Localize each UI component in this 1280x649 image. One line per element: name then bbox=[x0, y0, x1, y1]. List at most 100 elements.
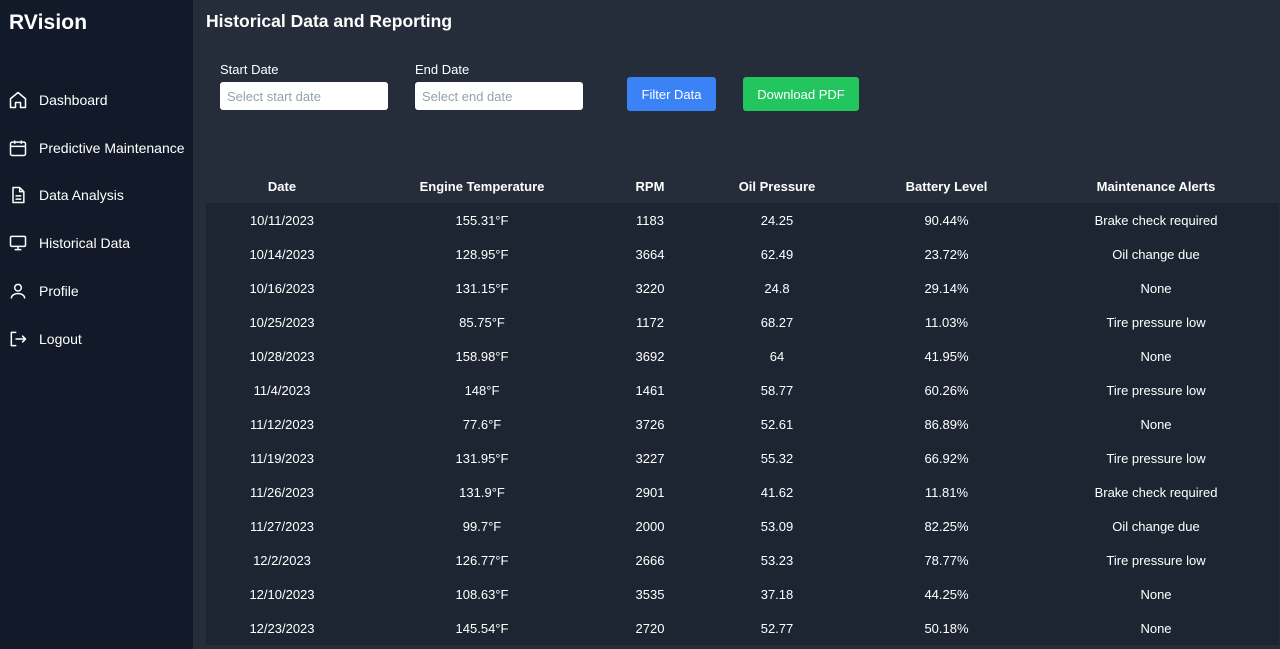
oil-pressure-cell: 53.23 bbox=[760, 552, 794, 568]
oil-pressure-cell: 52.61 bbox=[760, 416, 794, 432]
oil-pressure-cell: 41.62 bbox=[760, 484, 794, 500]
table-row: 10/16/2023 131.15°F 3220 24.8 29.14% None bbox=[206, 271, 1279, 305]
engine-temperature-cell: 148°F bbox=[464, 382, 500, 398]
table-row: 10/14/2023 128.95°F 3664 62.49 23.72% Oil cha… bbox=[206, 237, 1279, 271]
oil-pressure-cell: 37.18 bbox=[760, 586, 794, 602]
oil-pressure-cell: 53.09 bbox=[760, 518, 794, 534]
rpm-cell: 2000 bbox=[635, 518, 665, 534]
engine-temperature-cell: 155.31°F bbox=[455, 212, 509, 228]
engine-temperature-cell: 85.75°F bbox=[459, 314, 505, 330]
rpm-cell: 1461 bbox=[635, 382, 665, 398]
maintenance-alert-cell: Oil change due bbox=[1112, 518, 1200, 534]
filter-data-button[interactable]: Filter Data bbox=[627, 77, 716, 111]
end-date-label: End Date bbox=[415, 62, 470, 77]
maintenance-alert-cell: Tire pressure low bbox=[1106, 552, 1206, 568]
battery-level-cell: 86.89% bbox=[924, 416, 969, 432]
table-row: 10/25/2023 85.75°F 1172 68.27 11.03% Tire pre… bbox=[206, 305, 1279, 339]
maintenance-alert-cell: Tire pressure low bbox=[1106, 450, 1206, 466]
end-date-field: End Date bbox=[415, 62, 583, 110]
date-cell: 12/10/2023 bbox=[249, 586, 315, 602]
sidebar-item-label: Data Analysis bbox=[39, 187, 124, 204]
maintenance-alert-cell: None bbox=[1140, 416, 1172, 432]
rpm-cell: 3535 bbox=[635, 586, 665, 602]
date-cell: 10/28/2023 bbox=[249, 348, 315, 364]
date-cell: 12/2/2023 bbox=[253, 552, 311, 568]
table-row: 10/11/2023 155.31°F 1183 24.25 90.44% Brake c… bbox=[206, 203, 1279, 237]
rpm-cell: 3664 bbox=[635, 246, 665, 262]
date-cell: 12/23/2023 bbox=[249, 620, 315, 636]
rpm-cell: 3227 bbox=[635, 450, 665, 466]
start-date-field: Start Date bbox=[220, 62, 388, 110]
rpm-cell: 3726 bbox=[635, 416, 665, 432]
maintenance-alert-cell: Tire pressure low bbox=[1106, 314, 1206, 330]
sidebar-item-label: Historical Data bbox=[39, 235, 131, 252]
maintenance-alert-cell: None bbox=[1140, 620, 1172, 636]
date-cell: 10/14/2023 bbox=[249, 246, 315, 262]
rpm-cell: 2901 bbox=[635, 484, 665, 500]
table-row: 11/12/2023 77.6°F 3726 52.61 86.89% None bbox=[206, 407, 1279, 441]
sidebar-item-label: Logout bbox=[39, 330, 82, 347]
end-date-input[interactable] bbox=[415, 82, 583, 110]
date-cell: 10/11/2023 bbox=[249, 212, 315, 228]
logout-icon bbox=[8, 329, 28, 349]
start-date-input[interactable] bbox=[220, 82, 388, 110]
maintenance-alert-cell: Brake check required bbox=[1094, 484, 1218, 500]
sidebar-item-label: Profile bbox=[39, 283, 79, 300]
battery-level-cell: 66.92% bbox=[924, 450, 969, 466]
table-row: 12/2/2023 126.77°F 2666 53.23 78.77% Tire pre… bbox=[206, 543, 1279, 577]
battery-level-cell: 82.25% bbox=[924, 518, 969, 534]
table-body: 10/11/2023 155.31°F 1183 24.25 90.44% Brake c… bbox=[206, 203, 1279, 645]
sidebar: RVision Dashboard Predictive Maintenance… bbox=[0, 0, 193, 649]
table-row: 11/26/2023 131.9°F 2901 41.62 11.81% Brake ch… bbox=[206, 475, 1279, 509]
app-root: RVision Dashboard Predictive Maintenance… bbox=[0, 0, 1280, 649]
sidebar-item-label: Predictive Maintenance bbox=[39, 139, 185, 156]
engine-temperature-cell: 131.15°F bbox=[455, 280, 509, 296]
date-cell: 10/25/2023 bbox=[249, 314, 315, 330]
sidebar-item-logout[interactable]: Logout bbox=[0, 315, 193, 363]
date-cell: 11/4/2023 bbox=[253, 382, 311, 398]
main-content: Historical Data and Reporting Start Date… bbox=[193, 0, 1280, 649]
historical-data-table: Date Engine Temperature RPM Oil Pressure… bbox=[206, 169, 1279, 645]
sidebar-item-data-analysis[interactable]: Data Analysis bbox=[0, 172, 193, 220]
column-header-battery-level: Battery Level bbox=[905, 178, 988, 194]
battery-level-cell: 23.72% bbox=[924, 246, 969, 262]
table-header: Date Engine Temperature RPM Oil Pressure… bbox=[206, 169, 1279, 203]
sidebar-item-profile[interactable]: Profile bbox=[0, 267, 193, 315]
page-title: Historical Data and Reporting bbox=[206, 11, 453, 31]
table-row: 11/4/2023 148°F 1461 58.77 60.26% Tire pressu… bbox=[206, 373, 1279, 407]
date-cell: 11/12/2023 bbox=[249, 416, 315, 432]
rpm-cell: 1172 bbox=[636, 314, 664, 330]
home-icon bbox=[8, 90, 28, 110]
sidebar-nav: Dashboard Predictive Maintenance Data An… bbox=[0, 76, 193, 363]
date-cell: 10/16/2023 bbox=[249, 280, 315, 296]
date-cell: 11/19/2023 bbox=[249, 450, 315, 466]
rpm-cell: 3692 bbox=[635, 348, 665, 364]
oil-pressure-cell: 68.27 bbox=[760, 314, 794, 330]
oil-pressure-cell: 24.25 bbox=[760, 212, 794, 228]
engine-temperature-cell: 145.54°F bbox=[455, 620, 509, 636]
battery-level-cell: 41.95% bbox=[924, 348, 969, 364]
calendar-icon bbox=[8, 138, 28, 158]
brand-logo: RVision bbox=[9, 11, 88, 34]
table-row: 12/10/2023 108.63°F 3535 37.18 44.25% None bbox=[206, 577, 1279, 611]
engine-temperature-cell: 108.63°F bbox=[455, 586, 509, 602]
table-row: 10/28/2023 158.98°F 3692 64 41.95% None bbox=[206, 339, 1279, 373]
sidebar-item-dashboard[interactable]: Dashboard bbox=[0, 76, 193, 124]
column-header-date: Date bbox=[267, 178, 297, 194]
rpm-cell: 1183 bbox=[636, 212, 664, 228]
battery-level-cell: 44.25% bbox=[924, 586, 969, 602]
battery-level-cell: 50.18% bbox=[924, 620, 969, 636]
battery-level-cell: 29.14% bbox=[924, 280, 969, 296]
sidebar-item-historical-data[interactable]: Historical Data bbox=[0, 219, 193, 267]
sidebar-item-label: Dashboard bbox=[39, 91, 108, 108]
battery-level-cell: 90.44% bbox=[924, 212, 969, 228]
oil-pressure-cell: 24.8 bbox=[764, 280, 790, 296]
maintenance-alert-cell: None bbox=[1140, 348, 1172, 364]
date-cell: 11/27/2023 bbox=[249, 518, 315, 534]
start-date-label: Start Date bbox=[220, 62, 279, 77]
sidebar-item-predictive-maintenance[interactable]: Predictive Maintenance bbox=[0, 124, 193, 172]
maintenance-alert-cell: None bbox=[1140, 586, 1172, 602]
engine-temperature-cell: 77.6°F bbox=[462, 416, 502, 432]
download-pdf-button[interactable]: Download PDF bbox=[743, 77, 859, 111]
rpm-cell: 3220 bbox=[635, 280, 665, 296]
